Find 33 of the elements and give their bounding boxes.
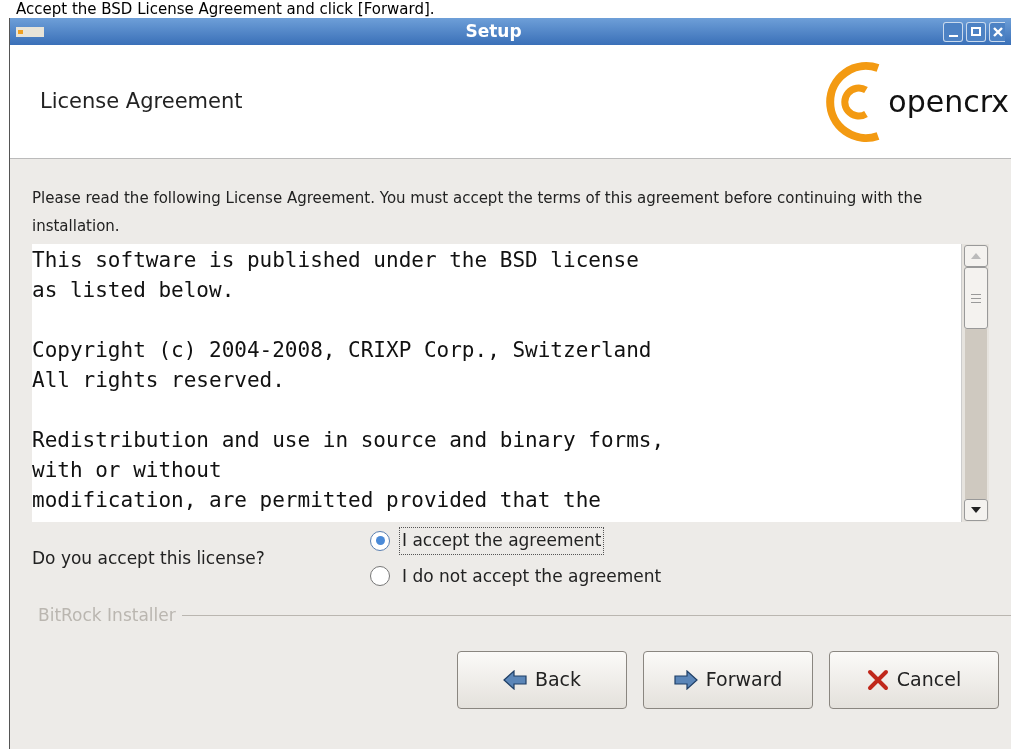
radio-label: I accept the agreement — [400, 528, 604, 554]
radio-button[interactable] — [370, 566, 390, 587]
minimize-button[interactable] — [943, 21, 963, 42]
down-arrow-icon[interactable] — [970, 507, 981, 513]
maximize-button[interactable] — [966, 21, 986, 42]
license-text-line: as listed below. — [32, 277, 236, 304]
installer-label: BitRock Installer — [37, 604, 177, 627]
window-title: Setup — [464, 19, 523, 43]
close-icon — [992, 26, 1003, 37]
close-icon — [866, 668, 889, 691]
radio-button[interactable] — [370, 530, 390, 551]
license-text-line: This software is published under the BSD license — [32, 247, 640, 274]
back-button[interactable]: Back — [457, 650, 627, 709]
forward-button[interactable]: Forward — [643, 650, 813, 709]
question-label: Do you accept this license? — [32, 546, 266, 570]
logo-text: opencrx — [888, 86, 1009, 117]
license-text-line: Redistribution and use in source and binary forms, — [32, 427, 666, 454]
left-arrow-icon — [502, 669, 527, 690]
license-text-line: modification, are permitted provided that the — [32, 487, 602, 514]
scrollbar-thumb[interactable] — [963, 267, 988, 329]
right-arrow-icon — [673, 669, 698, 690]
close-button[interactable] — [989, 21, 1005, 42]
page-title: License Agreement — [40, 87, 243, 115]
license-text-line: All rights reserved. — [32, 367, 286, 394]
radio-option[interactable]: I accept the agreement — [370, 528, 664, 554]
license-text-line: with or without — [32, 457, 223, 484]
cancel-button[interactable]: Cancel — [829, 650, 999, 709]
radio-option[interactable]: I do not accept the agreement — [370, 563, 664, 589]
instructions-text: Please read the following License Agreement. You must accept the terms of this agreement before continuing with the installation. — [32, 188, 924, 237]
license-text-line: Copyright (c) 2004-2008, CRIXP Corp., Switzerland — [32, 337, 653, 364]
app-icon — [16, 26, 44, 37]
radio-label: I do not accept the agreement — [401, 564, 663, 588]
caption: Accept the BSD License Agreement and click [Forward]. — [16, 0, 435, 18]
